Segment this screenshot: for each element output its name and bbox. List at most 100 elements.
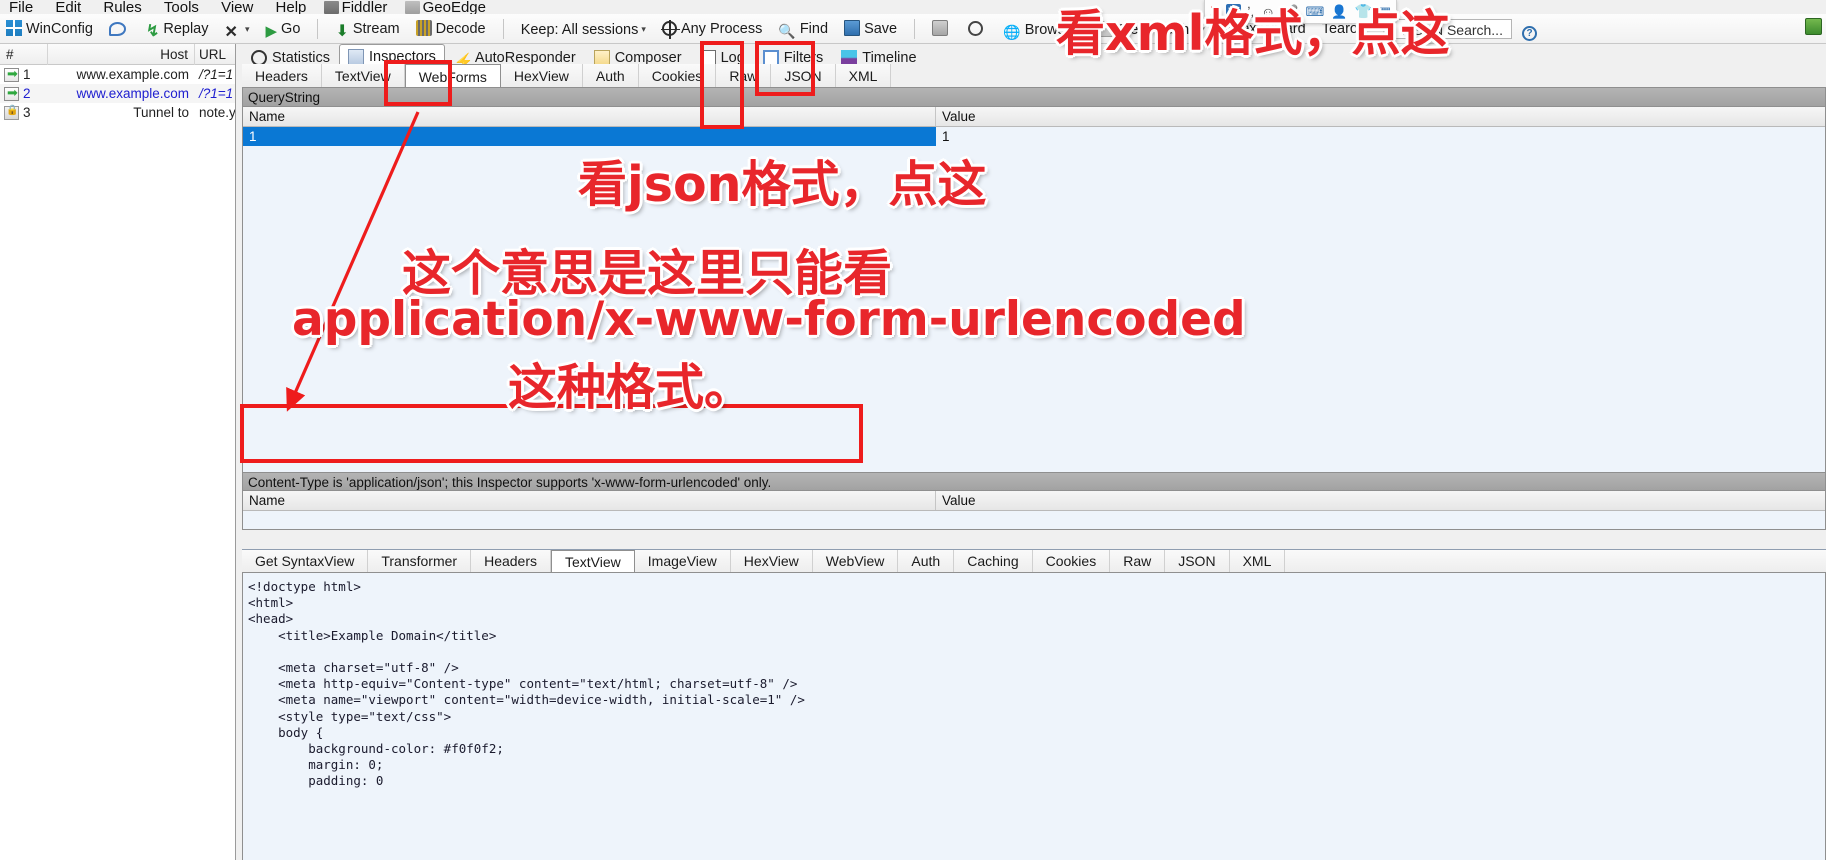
replay-button[interactable]: ↯ Replay bbox=[140, 14, 215, 43]
column-header-name[interactable]: Name bbox=[243, 491, 936, 510]
chevron-down-icon: ▾ bbox=[641, 24, 646, 34]
fiddler-icon bbox=[323, 1, 339, 14]
msdn-search-label: MSDN Search... bbox=[1401, 22, 1503, 38]
body-grid-header: Name Value bbox=[243, 491, 1825, 511]
response-tab-hexview[interactable]: HexView bbox=[731, 550, 813, 573]
response-tab-xml[interactable]: XML bbox=[1230, 550, 1286, 573]
browse-button[interactable]: 🌐 Browse ▾ bbox=[997, 14, 1086, 43]
save-label: Save bbox=[864, 21, 898, 37]
response-textview[interactable]: <!doctype html> <html> <head> <title>Exa… bbox=[242, 572, 1826, 860]
go-label: Go bbox=[281, 21, 301, 37]
column-header-name[interactable]: Name bbox=[243, 107, 936, 126]
voice-icon[interactable]: 🎤 bbox=[1282, 4, 1298, 20]
body-section: Content-Type is 'application/json'; this… bbox=[243, 146, 1825, 529]
msdn-search-input[interactable]: MSDN Search... bbox=[1394, 19, 1512, 39]
user-icon[interactable]: 👤 bbox=[1331, 5, 1347, 18]
any-process-button[interactable]: Any Process bbox=[656, 14, 768, 43]
keep-sessions-dropdown[interactable]: Keep: All sessions ▾ bbox=[515, 14, 652, 43]
request-tab-headers[interactable]: Headers bbox=[242, 64, 322, 88]
skin-icon[interactable]: 👕 bbox=[1354, 3, 1371, 20]
request-tab-raw[interactable]: Raw bbox=[716, 64, 772, 88]
request-tab-xml[interactable]: XML bbox=[836, 64, 892, 88]
decode-button[interactable]: Decode bbox=[410, 14, 492, 43]
clear-cache-button[interactable]: Clear Cache ▾ bbox=[1091, 14, 1211, 43]
apps-icon[interactable]: ▦ bbox=[1379, 4, 1391, 20]
toolbar-divider-1 bbox=[317, 19, 319, 39]
response-tab-get-syntaxview[interactable]: Get SyntaxView bbox=[242, 550, 369, 573]
column-header-value[interactable]: Value bbox=[936, 491, 1825, 510]
column-header-url[interactable]: URL bbox=[195, 44, 235, 65]
querystring-value: 1 bbox=[936, 127, 1825, 146]
content-type-warning: Content-Type is 'application/json'; this… bbox=[243, 472, 1825, 491]
chevron-down-icon: ▾ bbox=[244, 24, 250, 34]
session-list[interactable]: # Host URL 1 www.example.com /?1=1 2 www… bbox=[0, 44, 236, 860]
emoji-icon[interactable]: ☺ bbox=[1261, 4, 1275, 20]
winconfig-button[interactable]: WinConfig bbox=[0, 14, 99, 43]
request-tab-hexview[interactable]: HexView bbox=[501, 64, 583, 88]
replay-icon: ↯ bbox=[145, 23, 160, 40]
session-row-3[interactable]: 3 Tunnel to note.y bbox=[0, 103, 235, 122]
request-tab-webforms[interactable]: WebForms bbox=[404, 64, 501, 88]
play-icon: ▶ bbox=[265, 23, 278, 40]
response-tab-json[interactable]: JSON bbox=[1165, 550, 1230, 573]
column-header-number[interactable]: # bbox=[0, 44, 48, 65]
camera-icon bbox=[932, 20, 949, 36]
response-tab-headers[interactable]: Headers bbox=[471, 550, 551, 573]
ime-toolbar[interactable]: 5 英 ʼ, ☺ 🎤 ⌨ 👤 👕 ▦ bbox=[1204, 0, 1398, 24]
main-toolbar: WinConfig ↯ Replay ✕ ▾ ▶ Go ⬇ Stream Decode … bbox=[0, 14, 1826, 44]
response-tab-cookies[interactable]: Cookies bbox=[1033, 550, 1111, 573]
go-button[interactable]: ▶ Go bbox=[260, 14, 307, 43]
request-arrow-icon bbox=[4, 66, 19, 82]
windows-icon bbox=[6, 20, 22, 36]
querystring-row[interactable]: 1 1 bbox=[243, 127, 1825, 146]
session-url: /?1=1 bbox=[199, 86, 234, 101]
stream-label: Stream bbox=[352, 21, 400, 37]
request-tab-textview[interactable]: TextView bbox=[322, 64, 405, 88]
response-tab-transformer[interactable]: Transformer bbox=[368, 550, 472, 573]
remove-button[interactable]: ✕ ▾ bbox=[219, 14, 256, 43]
english-mode-icon[interactable]: 英 bbox=[1225, 3, 1241, 20]
keyboard-icon[interactable]: ⌨ bbox=[1305, 4, 1324, 20]
help-button[interactable]: ? bbox=[1516, 14, 1547, 43]
tray-app-icon[interactable] bbox=[1805, 18, 1822, 35]
column-header-host[interactable]: Host bbox=[48, 44, 195, 65]
horizontal-splitter[interactable] bbox=[242, 532, 1826, 548]
response-tab-auth[interactable]: Auth bbox=[898, 550, 955, 573]
browse-label: Browse bbox=[1024, 22, 1074, 38]
comment-button[interactable] bbox=[103, 14, 136, 43]
s-logo-icon[interactable]: 5 bbox=[1210, 2, 1219, 22]
screenshot-button[interactable] bbox=[926, 14, 958, 43]
session-row-2[interactable]: 2 www.example.com /?1=1 bbox=[0, 84, 235, 103]
target-icon bbox=[660, 20, 680, 39]
response-tab-raw[interactable]: Raw bbox=[1110, 550, 1166, 573]
response-tab-imageview[interactable]: ImageView bbox=[635, 550, 731, 573]
request-arrow-icon bbox=[4, 85, 19, 101]
response-tab-webview[interactable]: WebView bbox=[813, 550, 899, 573]
session-number-cell: 2 bbox=[0, 85, 48, 101]
response-tab-textview[interactable]: TextView bbox=[551, 550, 635, 573]
column-header-value[interactable]: Value bbox=[936, 107, 1825, 126]
request-tab-json[interactable]: JSON bbox=[771, 64, 836, 88]
save-icon bbox=[844, 20, 861, 36]
stream-button[interactable]: ⬇ Stream bbox=[329, 14, 405, 43]
save-button[interactable]: Save bbox=[838, 14, 903, 43]
response-tab-caching[interactable]: Caching bbox=[954, 550, 1033, 573]
browse-icon: 🌐 bbox=[1003, 24, 1021, 40]
geoedge-icon bbox=[404, 1, 420, 14]
session-number: 1 bbox=[23, 67, 31, 82]
winconfig-label: WinConfig bbox=[26, 21, 93, 37]
session-host: www.example.com bbox=[76, 67, 189, 82]
querystring-grid-header: Name Value bbox=[243, 107, 1825, 127]
request-tab-auth[interactable]: Auth bbox=[583, 64, 639, 88]
timer-button[interactable] bbox=[962, 14, 993, 43]
session-number: 2 bbox=[23, 86, 31, 101]
chevron-down-icon: ▾ bbox=[1076, 24, 1081, 34]
find-button[interactable]: 🔍 Find bbox=[772, 14, 834, 43]
download-arrow-icon: ⬇ bbox=[335, 23, 349, 40]
toolbar-divider-2 bbox=[502, 19, 504, 39]
request-tab-cookies[interactable]: Cookies bbox=[639, 64, 717, 88]
help-icon: ? bbox=[1522, 26, 1537, 41]
session-row-1[interactable]: 1 www.example.com /?1=1 bbox=[0, 65, 235, 84]
punctuation-icon[interactable]: ʼ, bbox=[1248, 5, 1255, 18]
keep-sessions-label: Keep: All sessions bbox=[520, 22, 639, 38]
